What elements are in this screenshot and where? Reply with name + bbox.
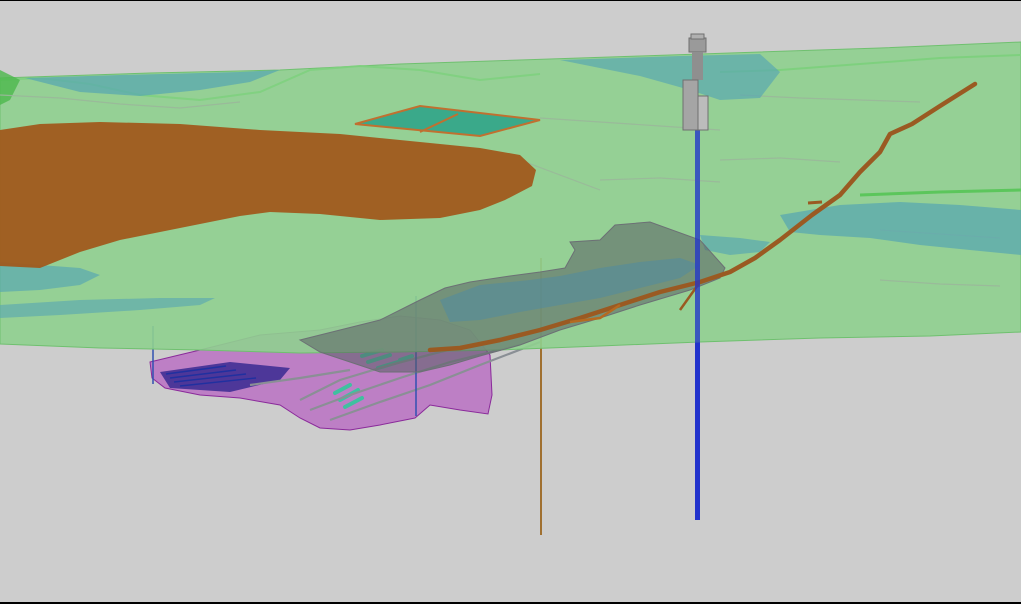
3d-viewport[interactable] <box>0 0 1021 604</box>
shaft-upper <box>695 130 700 350</box>
viewport-border-top <box>0 0 1021 1</box>
mine-model-scene <box>0 33 1021 535</box>
